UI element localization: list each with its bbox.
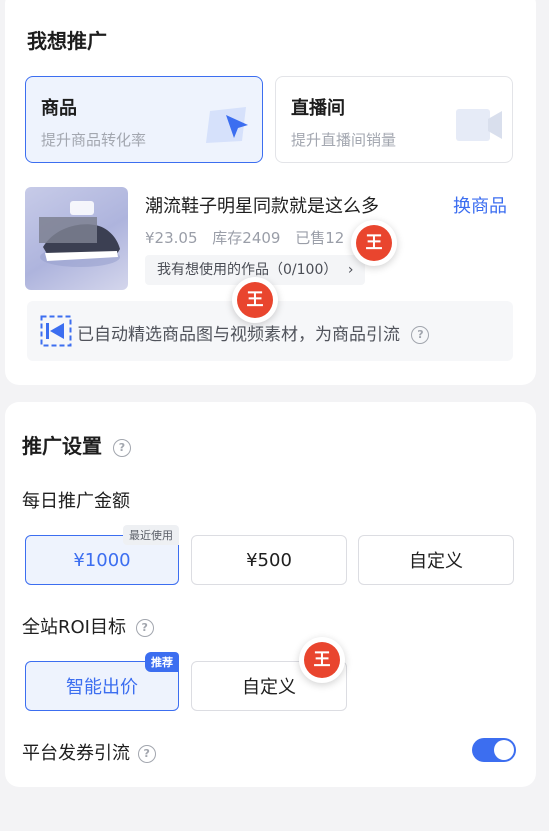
chevron-right-icon: › <box>347 262 354 278</box>
settings-card <box>5 402 536 787</box>
product-price: ¥23.05 <box>145 229 198 247</box>
floating-avatar[interactable]: 王 <box>351 220 397 266</box>
notice-text: 已自动精选商品图与视频素材，为商品引流 <box>77 325 400 345</box>
roi-label: 全站ROI目标 <box>22 617 126 638</box>
type-card-live[interactable]: 直播间 提升直播间销量 <box>275 76 513 163</box>
product-meta: ¥23.05 库存2409 已售12 <box>145 227 354 248</box>
budget-option-1000-label: ¥1000 <box>73 549 131 571</box>
avatar-char: 王 <box>356 225 392 261</box>
product-sold: 已售12 <box>295 229 345 247</box>
roi-label-row: 全站ROI目标 ? <box>22 613 154 639</box>
type-card-product-subtitle: 提升商品转化率 <box>41 131 147 149</box>
type-card-live-title: 直播间 <box>291 98 345 119</box>
budget-option-1000[interactable]: ¥1000 最近使用 <box>25 525 179 585</box>
help-icon[interactable]: ? <box>411 326 430 344</box>
coupon-toggle[interactable] <box>472 738 516 762</box>
coupon-label-row: 平台发券引流 ? <box>22 739 156 765</box>
roi-option-smart-label: 智能出价 <box>66 677 138 698</box>
swap-product-link[interactable]: 换商品 <box>453 192 507 218</box>
type-card-live-subtitle: 提升直播间销量 <box>291 131 397 149</box>
help-icon[interactable]: ? <box>112 438 131 457</box>
settings-title: 推广设置 ? <box>22 430 131 459</box>
product-image <box>25 187 128 290</box>
floating-avatar[interactable]: 王 <box>299 637 345 683</box>
budget-option-custom[interactable]: 自定义 <box>358 535 514 585</box>
avatar-char: 王 <box>304 642 340 678</box>
auto-material-icon <box>40 315 72 351</box>
roi-option-smart[interactable]: 智能出价 推荐 <box>25 652 179 711</box>
daily-budget-label: 每日推广金额 <box>22 491 130 512</box>
cursor-arrow-icon <box>204 105 256 149</box>
live-camera-icon <box>454 105 506 149</box>
type-card-product[interactable]: 商品 提升商品转化率 <box>25 76 263 163</box>
product-stock: 库存2409 <box>212 229 281 247</box>
recommend-badge: 推荐 <box>145 652 179 672</box>
recent-used-badge: 最近使用 <box>123 525 179 545</box>
promote-card: 我想推广 商品 提升商品转化率 直播间 提升直播间销量 潮流鞋子明星同款就是这么… <box>5 0 536 385</box>
help-icon[interactable]: ? <box>135 619 154 637</box>
product-title: 潮流鞋子明星同款就是这么多 <box>145 196 379 217</box>
budget-option-custom-label: 自定义 <box>409 551 463 572</box>
promote-title: 我想推广 <box>27 29 107 53</box>
settings-title-text: 推广设置 <box>22 434 102 458</box>
help-icon[interactable]: ? <box>137 745 156 763</box>
avatar-char: 王 <box>237 282 273 318</box>
budget-option-500[interactable]: ¥500 <box>191 535 347 585</box>
toggle-knob <box>494 740 514 760</box>
type-card-product-title: 商品 <box>41 98 77 119</box>
coupon-label: 平台发券引流 <box>22 743 130 764</box>
works-label: 我有想使用的作品（0/100） <box>157 262 338 278</box>
roi-option-custom-label: 自定义 <box>242 677 296 698</box>
budget-option-500-label: ¥500 <box>246 549 292 571</box>
floating-avatar[interactable]: 王 <box>232 277 278 323</box>
